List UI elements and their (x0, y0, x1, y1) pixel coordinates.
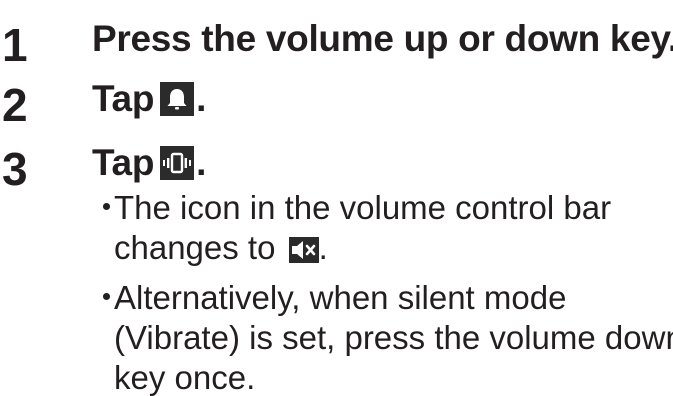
bullet-1-tail: . (318, 229, 328, 266)
step-2-period: . (196, 78, 207, 119)
bullet-body-1: The icon in the volume control bar chang… (114, 188, 611, 268)
step-3-period: . (196, 142, 207, 183)
step-2-label: Tap (92, 78, 155, 119)
bullet-item-1: ・ The icon in the volume control bar cha… (90, 188, 611, 268)
bullet-1-line-2-text: changes to (114, 229, 285, 266)
bullet-2-line-3: key once. (114, 359, 256, 396)
step-1-label: Press the volume up or down key. (92, 18, 673, 59)
bullet-body-2: Alternatively, when silent mode (Vibrate… (114, 278, 673, 396)
step-3-label: Tap (92, 142, 155, 183)
step-text-1: Press the volume up or down key. (92, 20, 673, 57)
bullet-symbol: ・ (90, 189, 123, 226)
bell-icon (160, 81, 195, 116)
step-number-1: 1 (2, 19, 28, 71)
bullet-item-2: ・ Alternatively, when silent mode (Vibra… (90, 278, 673, 396)
bullet-symbol: ・ (90, 279, 123, 316)
mute-speaker-icon (288, 237, 319, 263)
step-number-3: 3 (2, 143, 28, 195)
bullet-1-line-1: The icon in the volume control bar (114, 189, 612, 226)
step-text-3: Tap . (92, 144, 206, 181)
step-text-2: Tap . (92, 80, 206, 117)
bullet-2-line-1: Alternatively, when silent mode (114, 279, 567, 316)
vibrate-icon (160, 145, 195, 180)
bullet-2-line-2: (Vibrate) is set, press the volume down (114, 319, 673, 356)
bullet-1-line-2: changes to . (114, 228, 611, 268)
step-number-2: 2 (2, 79, 28, 131)
